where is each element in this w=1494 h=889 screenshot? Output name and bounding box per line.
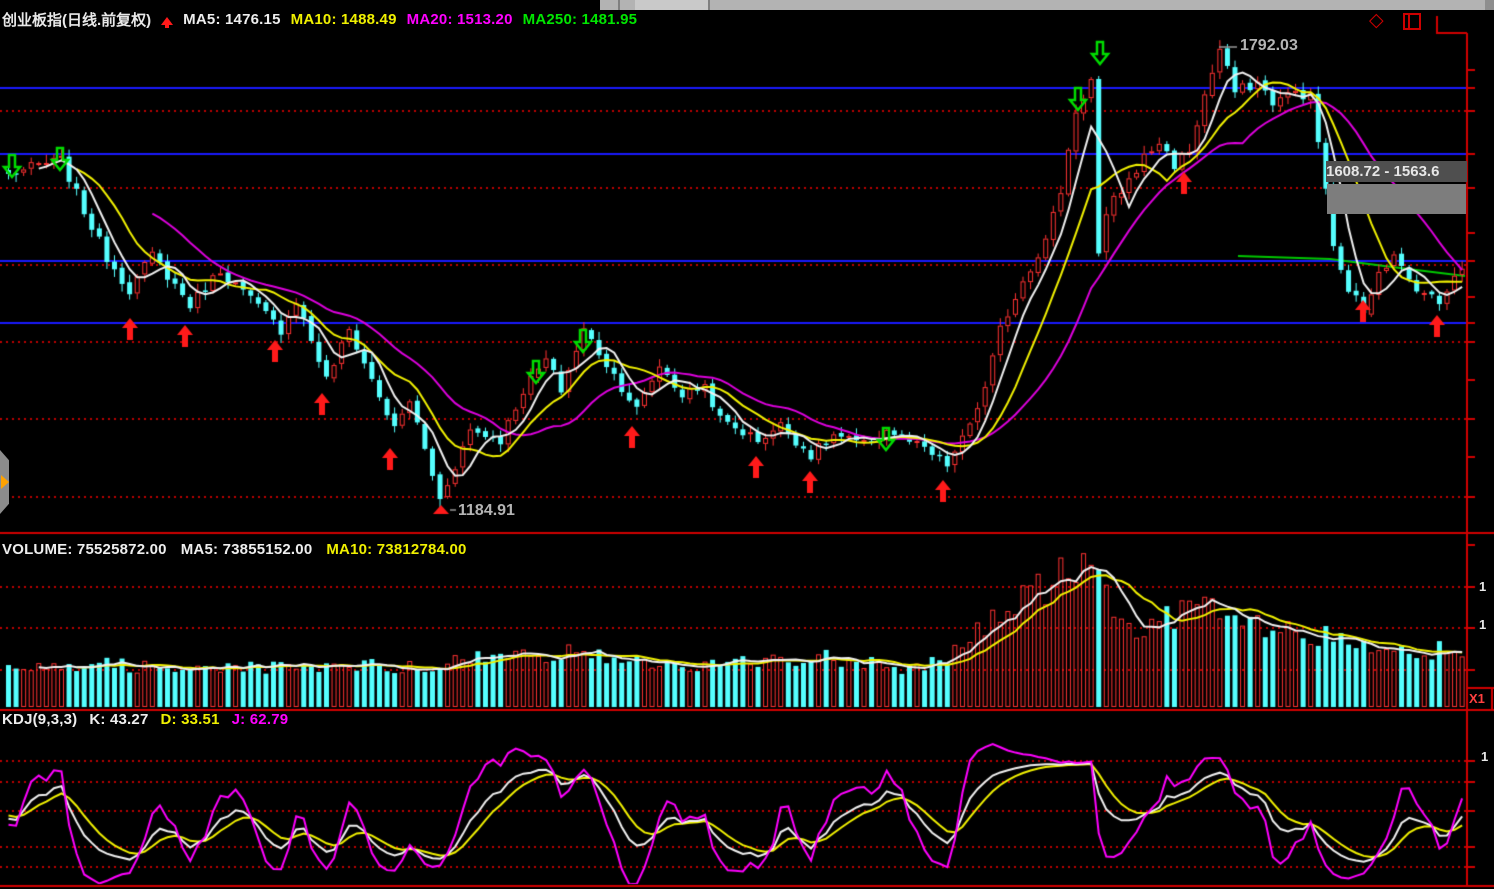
up-arrow-icon (161, 11, 173, 27)
window-layout-icon[interactable] (1403, 13, 1421, 30)
chart-canvas[interactable] (0, 0, 1494, 889)
volume-label: VOLUME: 75525872.00 (2, 541, 167, 558)
axis-tick-label: 1 (1479, 579, 1486, 594)
volume-unit-label: X1 (1469, 691, 1485, 706)
low-annotation: 1184.91 (458, 502, 515, 520)
strip-segment (635, 0, 708, 10)
chart-title: 创业板指(日线.前复权) (2, 9, 151, 30)
volume-label-row: VOLUME: 75525872.00 MA5: 73855152.00 MA1… (2, 541, 467, 558)
strip-separator (708, 0, 710, 10)
chart-header: 创业板指(日线.前复权) MA5: 1476.15 MA10: 1488.49 … (2, 8, 637, 30)
high-annotation: 1792.03 (1240, 37, 1298, 55)
strip-cap (1485, 0, 1494, 10)
diamond-icon[interactable]: ◇ (1369, 9, 1384, 32)
axis-tick-label: 1 (1481, 749, 1488, 764)
kdj-k-label: K: 43.27 (89, 711, 148, 728)
ma5-label: MA5: 1476.15 (183, 11, 280, 28)
ma10-label: MA10: 1488.49 (291, 11, 397, 28)
kdj-j-label: J: 62.79 (232, 711, 289, 728)
kdj-title: KDJ(9,3,3) (2, 711, 77, 728)
kdj-label-row: KDJ(9,3,3) K: 43.27 D: 33.51 J: 62.79 (2, 711, 288, 728)
expand-arrow-icon (1, 475, 9, 489)
range-tooltip-body (1327, 184, 1466, 214)
ma250-label: MA250: 1481.95 (523, 11, 638, 28)
sidebar-collapse-handle[interactable] (0, 450, 9, 514)
range-tooltip: 1608.72 - 1563.6 (1326, 161, 1467, 182)
volume-ma5-label: MA5: 73855152.00 (181, 541, 313, 558)
axis-tick-label: 1 (1479, 617, 1486, 632)
kdj-d-label: D: 33.51 (161, 711, 220, 728)
ma20-label: MA20: 1513.20 (407, 11, 513, 28)
volume-ma10-label: MA10: 73812784.00 (326, 541, 466, 558)
trading-app-window: 创业板指(日线.前复权) MA5: 1476.15 MA10: 1488.49 … (0, 0, 1494, 889)
window-title-strip[interactable] (600, 0, 1494, 10)
